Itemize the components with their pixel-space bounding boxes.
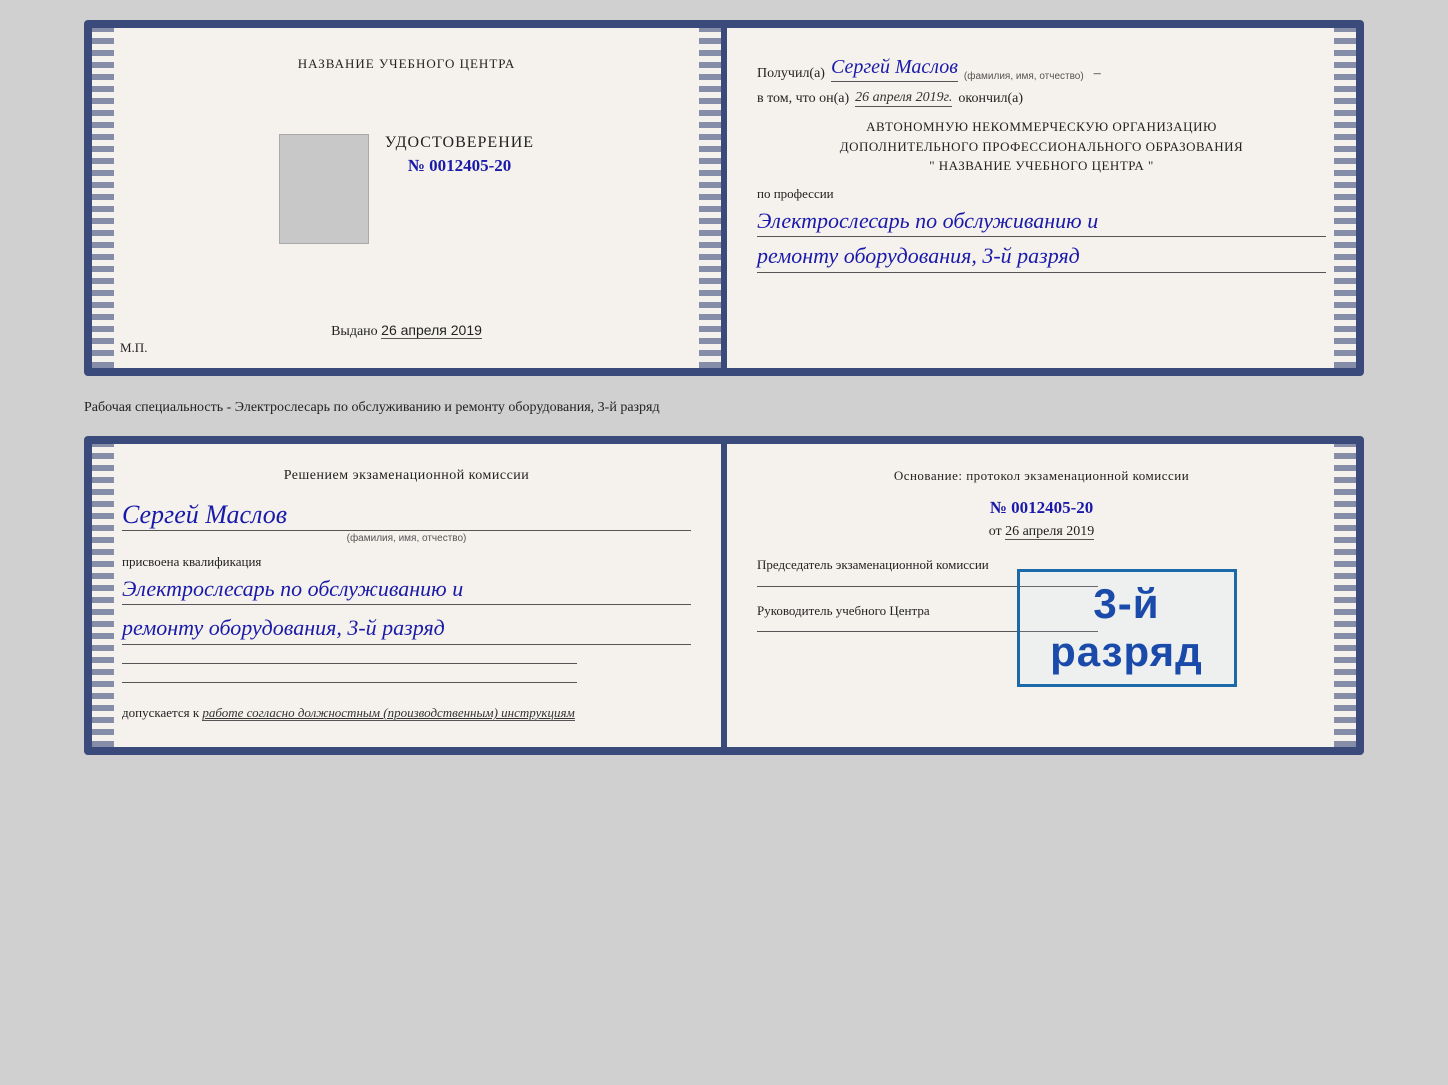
po-professii-label: по профессии [757, 186, 1326, 202]
left-border-strip [92, 28, 114, 368]
vydano-label: Выдано [331, 324, 378, 339]
bottom-certificate-card: Решением экзаменационной комиссии Сергей… [84, 436, 1364, 755]
cert-right-panel: Получил(а) Сергей Маслов (фамилия, имя, … [721, 28, 1356, 368]
mp-label: М.П. [120, 340, 147, 356]
dash-symbol: – [1094, 66, 1101, 82]
udostoverenie-number: № 0012405-20 [385, 156, 534, 176]
org-block: АВТОНОМНУЮ НЕКОММЕРЧЕСКУЮ ОРГАНИЗАЦИЮ ДО… [757, 117, 1326, 176]
udostoverenie-section: УДОСТОВЕРЕНИЕ № 0012405-20 [385, 134, 534, 176]
vydano-line: Выдано 26 апреля 2019 [331, 322, 482, 340]
profession-line1: Электрослесарь по обслуживанию и [757, 206, 1326, 238]
stamp-text: 3-й разряд [1050, 580, 1203, 675]
sig-line-2 [122, 682, 577, 683]
number-prefix: № [408, 156, 425, 175]
poluchil-line: Получил(а) Сергей Маслов (фамилия, имя, … [757, 56, 1326, 82]
photo-row: УДОСТОВЕРЕНИЕ № 0012405-20 [279, 134, 534, 244]
photo-placeholder [279, 134, 369, 244]
vtom-date: 26 апреля 2019г. [855, 90, 952, 107]
recipient-name: Сергей Маслов [831, 56, 958, 82]
org-line3: " НАЗВАНИЕ УЧЕБНОГО ЦЕНТРА " [757, 156, 1326, 176]
qualification-line2: ремонту оборудования, 3-й разряд [122, 613, 691, 645]
bottom-right-border [1334, 444, 1356, 747]
osnovanie-title: Основание: протокол экзаменационной коми… [757, 468, 1326, 484]
vtom-label: в том, что он(а) [757, 91, 849, 107]
fio-sub-label: (фамилия, имя, отчество) [964, 71, 1084, 82]
okoncil-label: окончил(а) [958, 91, 1023, 107]
bottom-fio-label: (фамилия, имя, отчество) [122, 533, 691, 544]
ot-label: от [989, 524, 1002, 539]
dopuskaetsya-section: допускается к работе согласно должностны… [122, 703, 691, 723]
qualification-stamp: 3-й разряд [1017, 569, 1237, 687]
ot-date-value: 26 апреля 2019 [1005, 524, 1094, 540]
page-container: НАЗВАНИЕ УЧЕБНОГО ЦЕНТРА УДОСТОВЕРЕНИЕ №… [20, 20, 1428, 755]
qualification-line1: Электрослесарь по обслуживанию и [122, 574, 691, 606]
sig-line-1 [122, 663, 577, 664]
top-certificate-card: НАЗВАНИЕ УЧЕБНОГО ЦЕНТРА УДОСТОВЕРЕНИЕ №… [84, 20, 1364, 376]
name-block: Сергей Маслов (фамилия, имя, отчество) [122, 500, 691, 544]
udostoverenie-title: УДОСТОВЕРЕНИЕ [385, 134, 534, 152]
signature-lines-left [122, 663, 691, 683]
dopuskaetsya-text: работе согласно должностным (производств… [202, 705, 574, 721]
poluchil-label: Получил(а) [757, 66, 825, 82]
right-border-strip-left [699, 28, 721, 368]
profession-line2: ремонту оборудования, 3-й разряд [757, 241, 1326, 273]
org-line2: ДОПОЛНИТЕЛЬНОГО ПРОФЕССИОНАЛЬНОГО ОБРАЗО… [757, 137, 1326, 157]
bottom-left-panel: Решением экзаменационной комиссии Сергей… [92, 444, 721, 747]
ot-date: от 26 апреля 2019 [757, 524, 1326, 540]
bottom-right-panel: Основание: протокол экзаменационной коми… [721, 444, 1356, 747]
bottom-left-border [92, 444, 114, 747]
protocol-number-prefix: № [990, 498, 1007, 517]
vydano-date: 26 апреля 2019 [381, 322, 482, 339]
dopuskaetsya-label: допускается к [122, 705, 199, 720]
protocol-number-value: 0012405-20 [1011, 498, 1093, 517]
number-value: 0012405-20 [429, 156, 511, 175]
training-center-title: НАЗВАНИЕ УЧЕБНОГО ЦЕНТРА [298, 56, 515, 72]
right-border-strip-right [1334, 28, 1356, 368]
resheniem-title: Решением экзаменационной комиссии [122, 468, 691, 484]
middle-label: Рабочая специальность - Электрослесарь п… [84, 392, 1364, 420]
protocol-number: № 0012405-20 [757, 498, 1326, 518]
prisvoena-label: присвоена квалификация [122, 554, 691, 570]
org-line1: АВТОНОМНУЮ НЕКОММЕРЧЕСКУЮ ОРГАНИЗАЦИЮ [757, 117, 1326, 137]
bottom-recipient-name: Сергей Маслов [122, 500, 691, 531]
cert-left-panel: НАЗВАНИЕ УЧЕБНОГО ЦЕНТРА УДОСТОВЕРЕНИЕ №… [92, 28, 721, 368]
vtom-line: в том, что он(а) 26 апреля 2019г. окончи… [757, 90, 1326, 107]
